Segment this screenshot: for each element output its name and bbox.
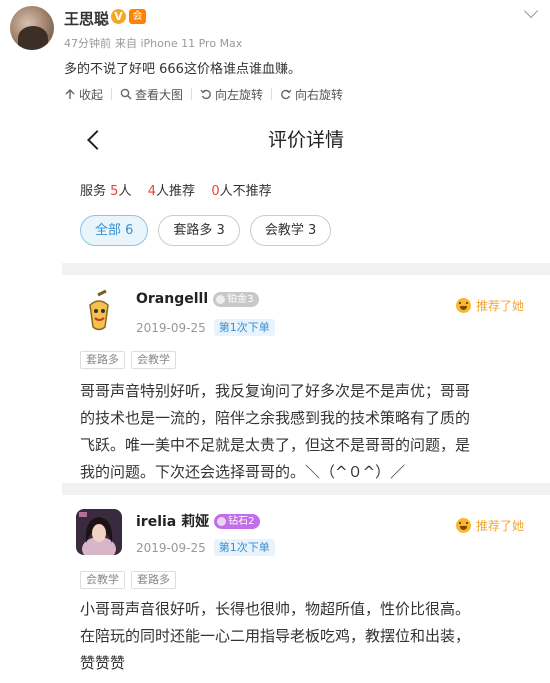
review-text-line: 的技术也是一流的，陪伴之余我感到我的技术策略有了质的 bbox=[80, 409, 471, 427]
filter-chips: 全部 6 套路多 3 会教学 3 bbox=[80, 215, 332, 246]
level-label: 铂金3 bbox=[227, 293, 254, 305]
filter-chip-all[interactable]: 全部 6 bbox=[80, 215, 149, 246]
reviewer-name-row: irelia 莉娅 钻石2 bbox=[136, 511, 260, 531]
review-tag: 会教学 bbox=[80, 571, 125, 589]
service-label: 服务 bbox=[80, 184, 107, 199]
recommend-text: 推荐了她 bbox=[475, 519, 524, 533]
reviewer-name: irelia 莉娅 bbox=[136, 514, 210, 530]
review-card: irelia 莉娅 钻石2 2019-09-25 第1次下单 推荐了她 会教学 … bbox=[62, 495, 550, 683]
verified-badge: V bbox=[111, 9, 126, 24]
review-tag: 会教学 bbox=[131, 351, 176, 369]
post-time[interactable]: 47分钟前 bbox=[64, 37, 111, 50]
review-text-line: 在陪玩的同时还能一心二用指导老板吃鸡，教摆位和出装， bbox=[80, 627, 471, 645]
badge-icon bbox=[216, 294, 226, 304]
attached-screenshot[interactable]: 评价详情 服务 5人 4人推荐 0人不推荐 全部 6 套路多 3 会教学 3 O… bbox=[62, 111, 550, 683]
not-recommend-label: 人不推荐 bbox=[219, 184, 272, 199]
member-badge: 会 bbox=[129, 9, 146, 24]
review-card: Orangelll 铂金3 2019-09-25 第1次下单 推荐了她 套路多 … bbox=[62, 275, 550, 483]
user-avatar[interactable] bbox=[10, 6, 54, 50]
filter-chip-teaching[interactable]: 会教学 3 bbox=[249, 215, 332, 246]
page-title: 评价详情 bbox=[267, 129, 344, 151]
review-text-line: 哥哥声音特别好听，我反复询问了好多次是不是声优；哥哥 bbox=[80, 382, 471, 400]
toolbar-divider bbox=[111, 88, 113, 100]
smiley-icon bbox=[455, 518, 471, 533]
not-recommend-count: 0 bbox=[211, 184, 220, 199]
reviewer-name-row: Orangelll 铂金3 bbox=[136, 291, 259, 307]
post-meta: 47分钟前 来自 iPhone 11 Pro Max bbox=[64, 35, 242, 51]
review-text-line: 我的问题。下次还会选择哥哥的。＼（^０^）／ bbox=[80, 463, 406, 481]
recommend-text: 推荐了她 bbox=[475, 299, 524, 313]
recommend-indicator: 推荐了她 bbox=[455, 297, 524, 314]
chevron-down-icon[interactable] bbox=[523, 3, 539, 19]
post-text: 多的不说了好吧 666这价格谁点谁血赚。 bbox=[64, 62, 301, 77]
reviewer-avatar[interactable] bbox=[76, 289, 122, 335]
order-count-tag: 第1次下单 bbox=[213, 539, 275, 556]
collapse-label: 收起 bbox=[79, 87, 104, 102]
rotate-right-button[interactable]: 向右旋转 bbox=[280, 86, 343, 103]
post-username[interactable]: 王思聪 bbox=[64, 8, 109, 29]
view-large-button[interactable]: 查看大图 bbox=[120, 86, 183, 103]
review-stats: 服务 5人 4人推荐 0人不推荐 bbox=[80, 180, 272, 199]
rotate-left-label: 向左旋转 bbox=[215, 87, 264, 102]
level-badge: 钻石2 bbox=[214, 513, 260, 529]
photo-avatar-icon bbox=[76, 509, 122, 555]
review-date-row: 2019-09-25 第1次下单 bbox=[136, 319, 275, 336]
level-badge: 铂金3 bbox=[213, 291, 259, 307]
review-date-row: 2019-09-25 第1次下单 bbox=[136, 539, 275, 556]
review-tags: 套路多 会教学 bbox=[80, 351, 176, 369]
review-text: 哥哥声音特别好听，我反复询问了好多次是不是声优；哥哥 的技术也是一流的，陪伴之余… bbox=[80, 378, 528, 486]
review-text-line: 飞跃。唯一美中不足就是太贵了，但这不是哥哥的问题，是 bbox=[80, 436, 471, 454]
arrow-up-icon bbox=[65, 89, 75, 99]
recommend-label: 人推荐 bbox=[156, 184, 196, 199]
heart-icon bbox=[217, 516, 227, 526]
review-text: 小哥哥声音很好听，长得也很帅，物超所值，性价比很高。 在陪玩的同时还能一心二用指… bbox=[80, 596, 528, 677]
post-source: 来自 iPhone 11 Pro Max bbox=[115, 37, 243, 50]
review-tags: 会教学 套路多 bbox=[80, 571, 176, 589]
review-date: 2019-09-25 bbox=[136, 320, 206, 335]
recommend-count: 4 bbox=[147, 184, 157, 199]
reviewer-name: Orangelll bbox=[136, 291, 209, 307]
filter-chip-tricky[interactable]: 套路多 3 bbox=[158, 215, 240, 246]
review-date: 2019-09-25 bbox=[136, 540, 206, 555]
rotate-left-icon bbox=[200, 89, 211, 100]
service-unit: 人 bbox=[118, 184, 132, 199]
smiley-icon bbox=[455, 298, 471, 313]
rotate-left-button[interactable]: 向左旋转 bbox=[200, 86, 263, 103]
review-text-line: 小哥哥声音很好听，长得也很帅，物超所值，性价比很高。 bbox=[80, 600, 471, 618]
level-label: 钻石2 bbox=[228, 515, 255, 527]
search-icon bbox=[120, 88, 132, 100]
order-count-tag: 第1次下单 bbox=[213, 319, 275, 336]
collapse-button[interactable]: 收起 bbox=[64, 86, 103, 103]
rotate-right-icon bbox=[281, 89, 292, 100]
toolbar-divider bbox=[271, 88, 273, 100]
rotate-right-label: 向右旋转 bbox=[295, 87, 344, 102]
review-header-card: 评价详情 服务 5人 4人推荐 0人不推荐 全部 6 套路多 3 会教学 3 bbox=[62, 111, 550, 263]
cartoon-avatar-icon bbox=[76, 289, 122, 335]
toolbar-divider bbox=[191, 88, 193, 100]
recommend-indicator: 推荐了她 bbox=[455, 517, 524, 534]
view-large-label: 查看大图 bbox=[135, 87, 184, 102]
image-toolbar: 收起 查看大图 向左旋转 向右旋转 bbox=[64, 83, 343, 105]
review-tag: 套路多 bbox=[131, 571, 176, 589]
review-tag: 套路多 bbox=[80, 351, 125, 369]
post-header: 王思聪 V 会 47分钟前 来自 iPhone 11 Pro Max 多的不说了好… bbox=[0, 0, 550, 82]
review-text-line: 赞赞赞 bbox=[80, 654, 126, 672]
reviewer-avatar[interactable] bbox=[76, 509, 122, 555]
